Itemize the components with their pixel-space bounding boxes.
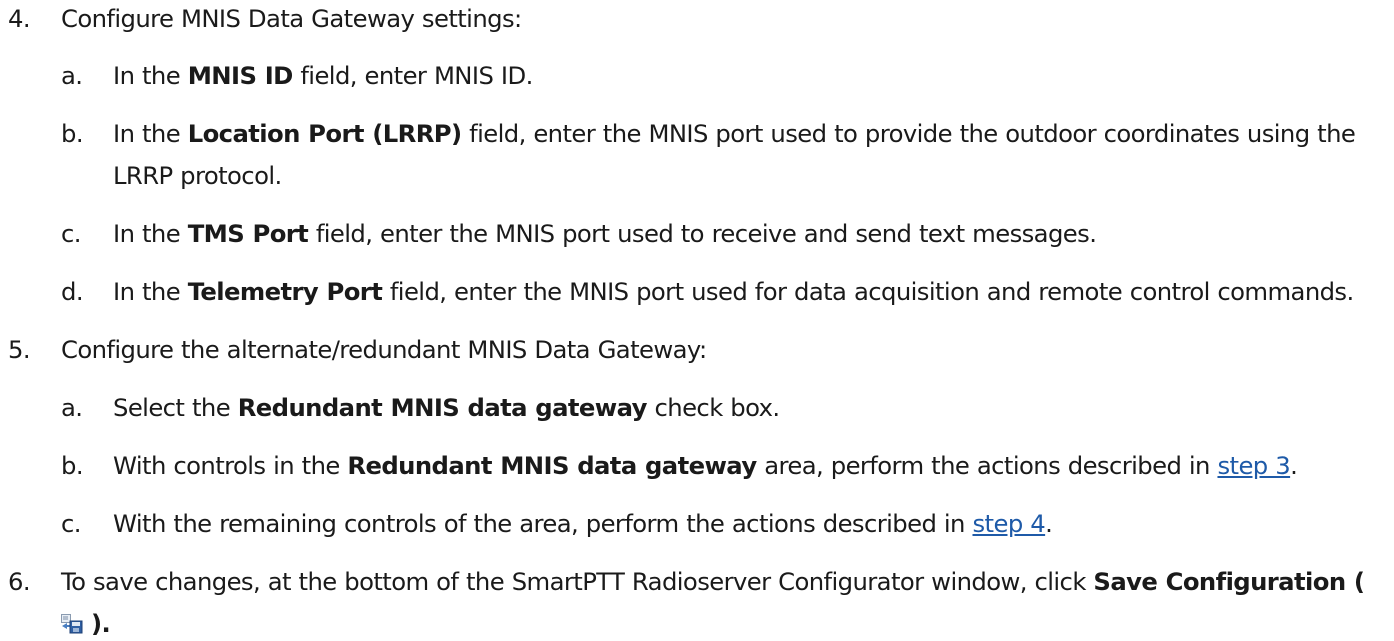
step-text: Configure MNIS Data Gateway settings: xyxy=(61,4,522,33)
item-text-post: field, enter MNIS ID. xyxy=(292,61,533,90)
button-name-close-paren: ). xyxy=(91,609,111,638)
field-name-telemetry-port: Telemetry Port xyxy=(187,277,383,306)
step-4-link[interactable]: step 4 xyxy=(972,509,1045,538)
step-text-pre: To save changes, at the bottom of the Sm… xyxy=(61,567,1094,596)
item-text-pre: In the xyxy=(113,61,188,90)
item-text-post: area, perform the actions described in xyxy=(756,451,1218,480)
item-text: Select the Redundant MNIS data gateway c… xyxy=(113,393,780,423)
item-text: In the MNIS ID field, enter MNIS ID. xyxy=(113,61,533,91)
item-text: With the remaining controls of the area,… xyxy=(113,509,1053,539)
document: 4. Configure MNIS Data Gateway settings:… xyxy=(0,0,1394,639)
item-letter: d. xyxy=(61,277,84,306)
item-text: In the Telemetry Port field, enter the M… xyxy=(113,277,1354,307)
item-letter: c. xyxy=(61,509,81,538)
item-text-pre: In the xyxy=(113,219,188,248)
item-letter: b. xyxy=(61,119,84,148)
button-name-save-configuration: Save Configuration ( xyxy=(1093,567,1365,596)
field-name-location-port: Location Port (LRRP) xyxy=(187,119,462,148)
item-text-pre: Select the xyxy=(113,393,238,422)
item-text-post: field, enter the MNIS port used for data… xyxy=(382,277,1354,306)
field-name-tms-port: TMS Port xyxy=(187,219,309,248)
item-text: In the TMS Port field, enter the MNIS po… xyxy=(113,219,1097,249)
field-name-mnis-id: MNIS ID xyxy=(187,61,294,90)
option-name-redundant-gateway: Redundant MNIS data gateway xyxy=(237,393,648,422)
item-text: With controls in the Redundant MNIS data… xyxy=(113,451,1298,481)
item-text-end: . xyxy=(1290,451,1298,480)
item-text-post: check box. xyxy=(646,393,781,422)
item-text-pre: With the remaining controls of the area,… xyxy=(113,509,973,538)
item-text-post: field, enter the MNIS port used to provi… xyxy=(461,119,1356,148)
item-text-pre: In the xyxy=(113,277,188,306)
step-number: 5. xyxy=(8,335,31,364)
step-number: 6. xyxy=(8,567,31,596)
item-letter: b. xyxy=(61,451,84,480)
item-text: In the Location Port (LRRP) field, enter… xyxy=(113,119,1356,149)
item-letter: a. xyxy=(61,393,83,422)
step-text-continued: ). xyxy=(61,609,111,639)
step-text: Configure the alternate/redundant MNIS D… xyxy=(61,335,707,364)
item-text-pre: In the xyxy=(113,119,188,148)
item-text-continued: LRRP protocol. xyxy=(113,161,282,190)
item-letter: a. xyxy=(61,61,83,90)
step-3-link[interactable]: step 3 xyxy=(1217,451,1290,480)
item-text-end: . xyxy=(1045,509,1053,538)
area-name-redundant-gateway: Redundant MNIS data gateway xyxy=(347,451,757,480)
step-text: To save changes, at the bottom of the Sm… xyxy=(61,567,1365,597)
item-text-pre: With controls in the xyxy=(113,451,348,480)
item-text-post: field, enter the MNIS port used to recei… xyxy=(308,219,1097,248)
item-letter: c. xyxy=(61,219,81,248)
step-number: 4. xyxy=(8,4,31,33)
save-icon xyxy=(61,611,83,634)
